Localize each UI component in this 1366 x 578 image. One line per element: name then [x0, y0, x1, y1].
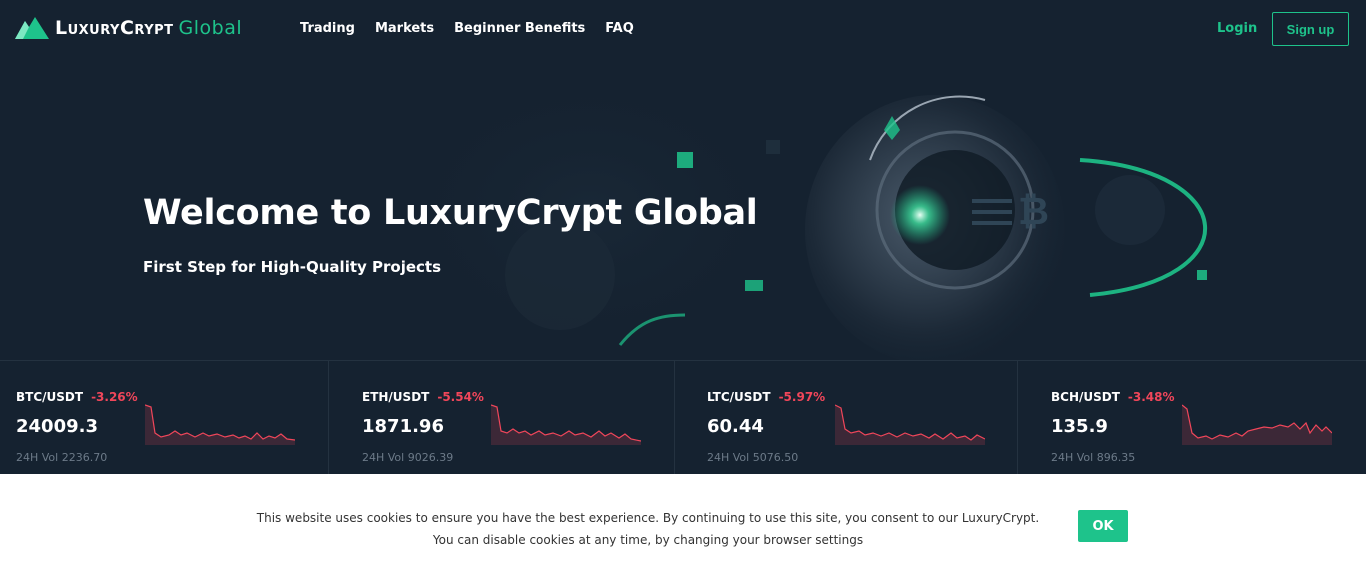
nav-beginner-benefits[interactable]: Beginner Benefits — [454, 21, 585, 36]
ticker-change: -3.26% — [91, 390, 138, 404]
ticker-card[interactable]: BTC/USDT -3.26% 24009.3 24H Vol 2236.70 — [0, 361, 329, 475]
ticker-card[interactable]: ETH/USDT -5.54% 1871.96 24H Vol 9026.39 — [329, 361, 675, 475]
logo-brand: LuxuryCrypt — [55, 17, 174, 39]
ticker-pair: BCH/USDT -3.48% — [1051, 390, 1175, 404]
ticker-sparkline — [491, 404, 641, 445]
nav-trading[interactable]: Trading — [300, 21, 355, 36]
svg-text:₿: ₿ — [1018, 189, 1049, 233]
main-nav: Trading Markets Beginner Benefits FAQ — [300, 21, 634, 36]
ticker-price: 60.44 — [707, 416, 764, 437]
ticker-sparkline — [1182, 404, 1332, 445]
logo-mountain-icon — [15, 17, 49, 39]
nav-faq[interactable]: FAQ — [605, 21, 634, 36]
ticker-pair: LTC/USDT -5.97% — [707, 390, 825, 404]
signup-button[interactable]: Sign up — [1272, 12, 1349, 46]
ticker-change: -5.54% — [437, 390, 484, 404]
ticker-pair: ETH/USDT -5.54% — [362, 390, 484, 404]
hero-title: Welcome to LuxuryCrypt Global — [143, 193, 758, 233]
ticker-volume: 24H Vol 9026.39 — [362, 451, 454, 464]
hero-subtitle: First Step for High-Quality Projects — [143, 258, 442, 276]
cookie-message: This website uses cookies to ensure you … — [230, 507, 1066, 551]
ticker-price: 1871.96 — [362, 416, 444, 437]
ticker-card[interactable]: BCH/USDT -3.48% 135.9 24H Vol 896.35 — [1018, 361, 1366, 475]
ticker-change: -3.48% — [1127, 390, 1175, 404]
ticker-price: 135.9 — [1051, 416, 1108, 437]
cookie-ok-button[interactable]: OK — [1078, 510, 1128, 542]
logo-text: LuxuryCrypt Global — [55, 17, 242, 39]
ticker-sparkline — [145, 404, 295, 445]
ticker-pair-label: ETH/USDT — [362, 390, 430, 404]
ticker-volume: 24H Vol 896.35 — [1051, 451, 1136, 464]
ticker-price: 24009.3 — [16, 416, 98, 437]
ticker-volume: 24H Vol 5076.50 — [707, 451, 799, 464]
ticker-pair-label: BCH/USDT — [1051, 390, 1120, 404]
login-link[interactable]: Login — [1217, 21, 1257, 36]
ticker-pair: BTC/USDT -3.26% — [16, 390, 138, 404]
hero-banner: ₿ Welcome to LuxuryCrypt Global First St… — [0, 60, 1366, 360]
cookie-consent-bar: This website uses cookies to ensure you … — [0, 474, 1366, 578]
market-ticker-strip: BTC/USDT -3.26% 24009.3 24H Vol 2236.70 E… — [0, 360, 1366, 475]
ticker-change: -5.97% — [778, 390, 826, 404]
cookie-message-line-1: This website uses cookies to ensure you … — [256, 511, 1040, 525]
ticker-sparkline — [835, 404, 985, 445]
logo[interactable]: LuxuryCrypt Global — [15, 17, 242, 39]
logo-accent: Global — [178, 17, 243, 39]
ticker-card[interactable]: LTC/USDT -5.97% 60.44 24H Vol 5076.50 — [675, 361, 1018, 475]
nav-markets[interactable]: Markets — [375, 21, 434, 36]
ticker-pair-label: LTC/USDT — [707, 390, 771, 404]
cookie-message-line-2: You can disable cookies at any time, by … — [432, 533, 864, 547]
ticker-volume: 24H Vol 2236.70 — [16, 451, 108, 464]
ticker-pair-label: BTC/USDT — [16, 390, 84, 404]
top-navbar: LuxuryCrypt Global Trading Markets Beginn… — [0, 0, 1366, 60]
